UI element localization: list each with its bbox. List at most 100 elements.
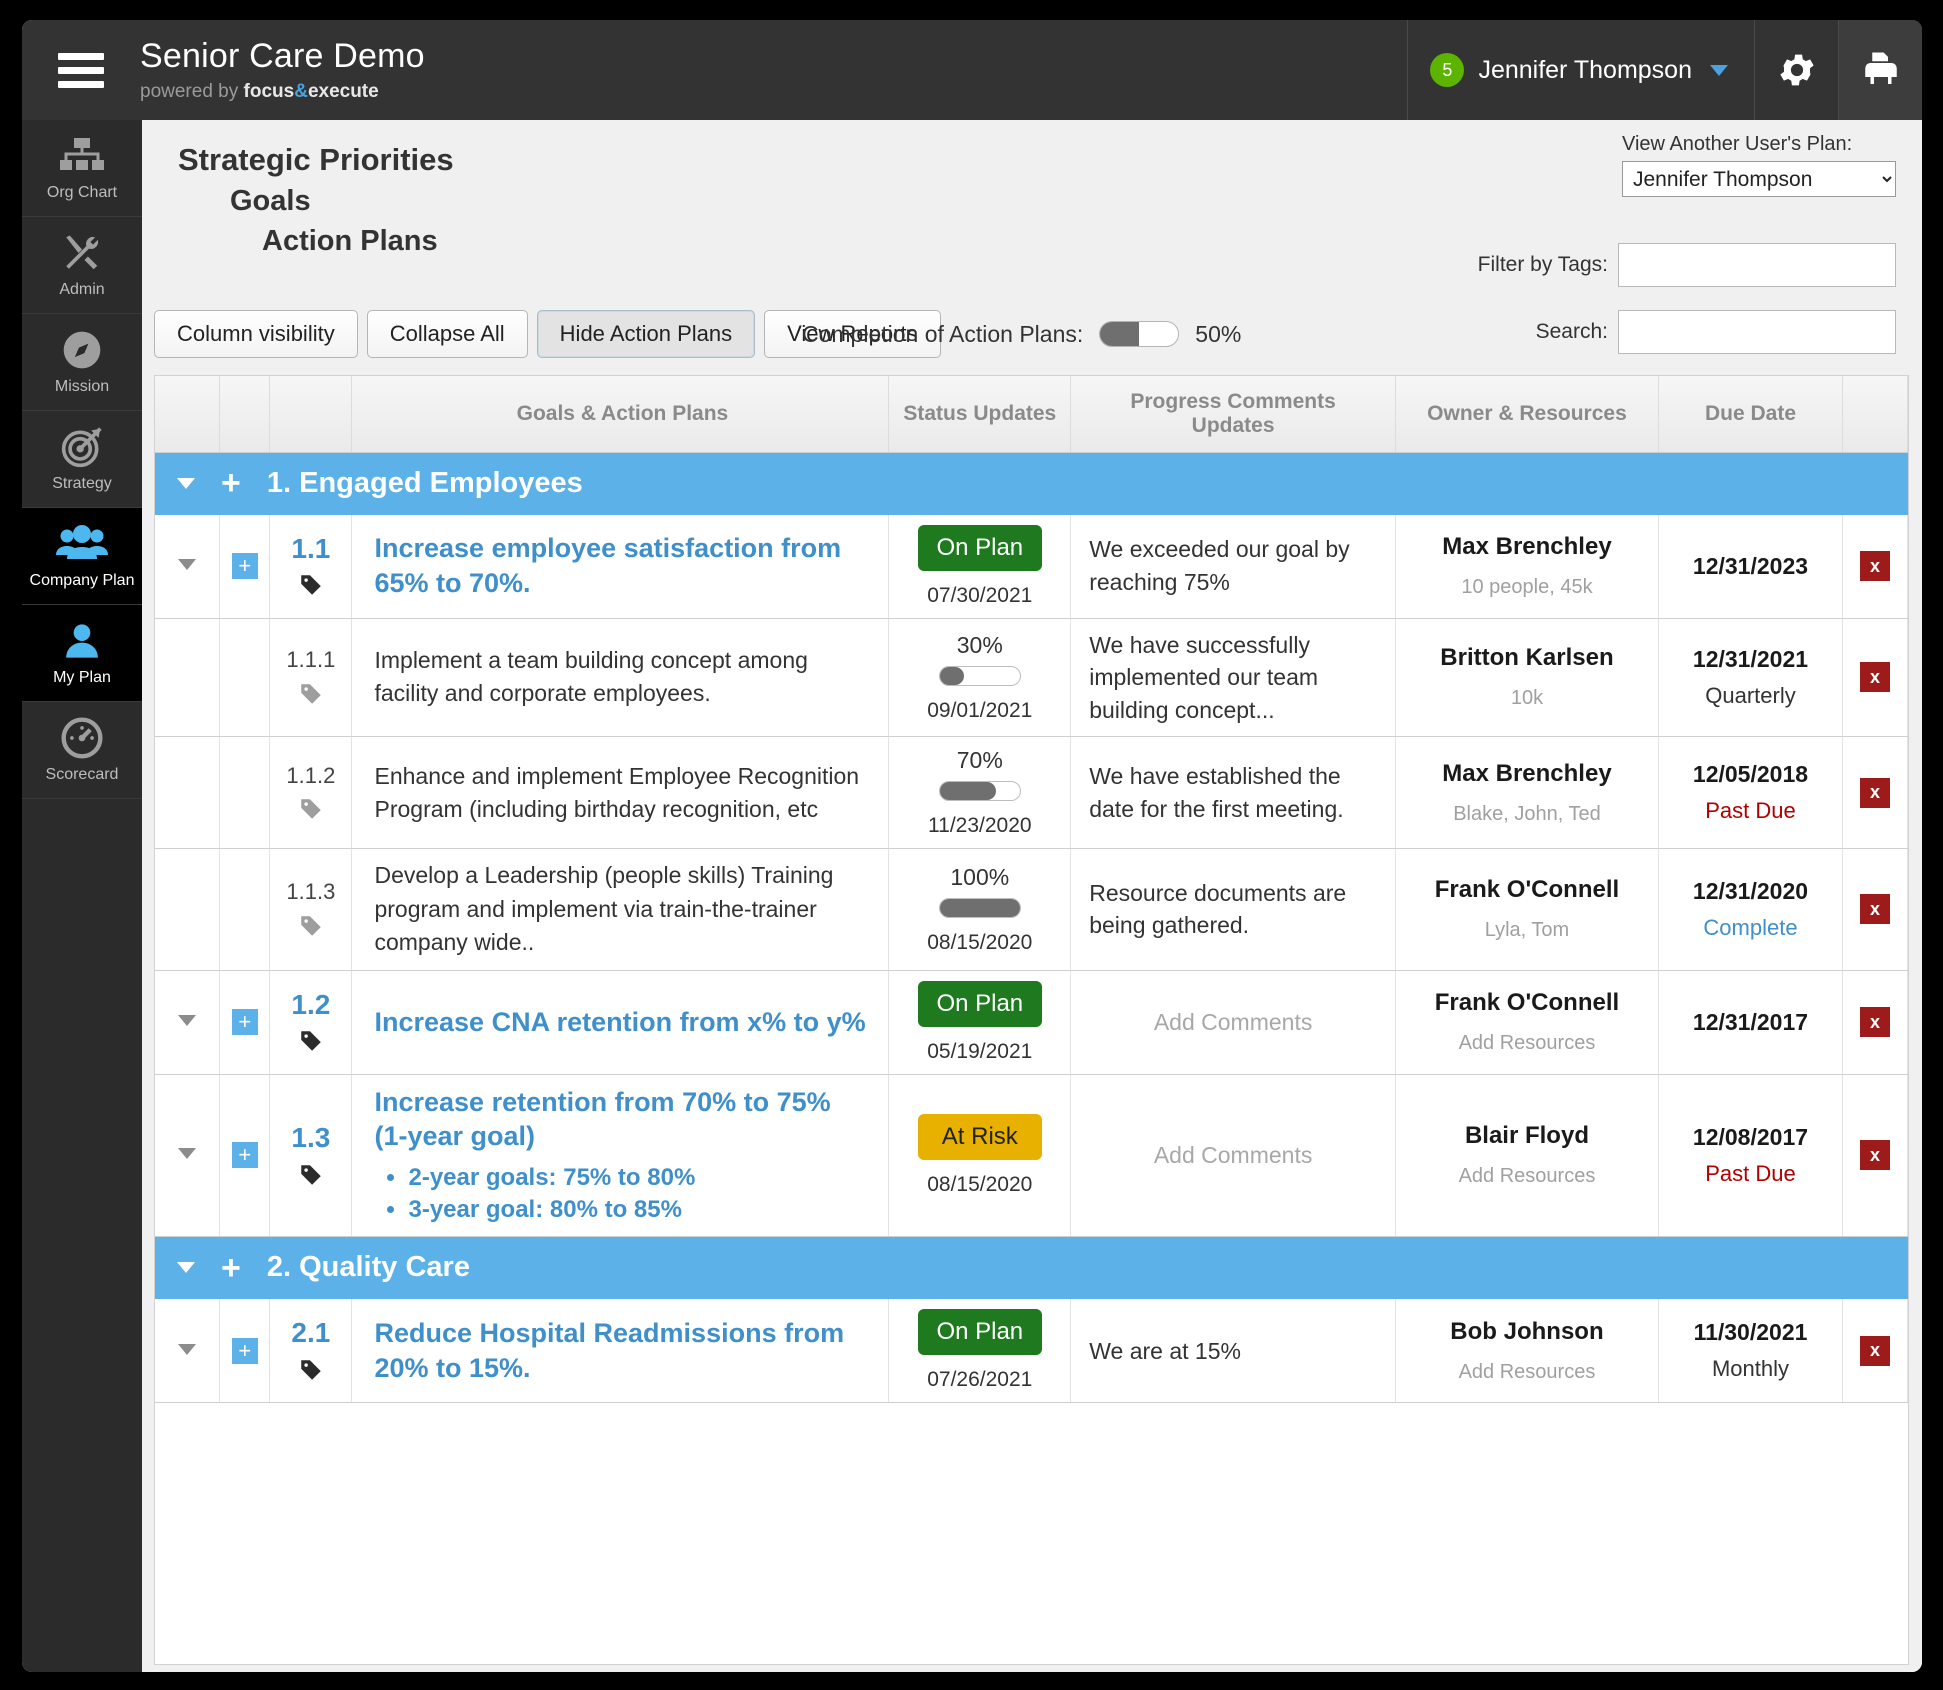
action-plan-text[interactable]: Develop a Leadership (people skills) Tra…	[374, 859, 870, 959]
delete-row-button[interactable]: x	[1860, 1140, 1890, 1171]
goal-title-link[interactable]: Increase employee satisfaction from 65% …	[374, 531, 870, 600]
owner-resources[interactable]: Blake, John, Ted	[1396, 803, 1658, 826]
goal-title-link[interactable]: Increase retention from 70% to 75% (1-ye…	[374, 1085, 870, 1154]
sidebar-item-org-chart[interactable]: Org Chart	[22, 120, 142, 217]
header-goals[interactable]: Goals & Action Plans	[351, 376, 890, 453]
delete-row-button[interactable]: x	[1860, 1335, 1890, 1366]
sidebar-item-strategy[interactable]: Strategy	[22, 411, 142, 508]
collapse-all-button[interactable]: Collapse All	[366, 310, 528, 358]
progress-comment[interactable]: We are at 15%	[1089, 1335, 1377, 1368]
progress-slider[interactable]	[938, 781, 1021, 802]
owner-resources[interactable]: Add Resources	[1396, 1032, 1658, 1055]
header-due-date[interactable]: Due Date	[1658, 376, 1844, 453]
tag-icon[interactable]	[298, 913, 324, 939]
chevron-down-icon[interactable]	[1710, 64, 1728, 76]
tag-icon[interactable]	[298, 1028, 324, 1054]
tag-icon[interactable]	[298, 572, 324, 598]
sidebar-item-mission[interactable]: Mission	[22, 314, 142, 411]
view-user-select[interactable]: Jennifer Thompson	[1622, 161, 1896, 197]
search-input[interactable]	[1618, 310, 1896, 354]
column-visibility-button[interactable]: Column visibility	[154, 310, 358, 358]
progress-comment[interactable]: We have successfully implemented our tea…	[1089, 629, 1377, 727]
row-comment-cell[interactable]: Add Comments	[1070, 970, 1396, 1075]
sidebar-item-admin[interactable]: Admin	[22, 217, 142, 314]
owner-name[interactable]: Max Brenchley	[1396, 760, 1658, 788]
due-date[interactable]: 11/30/2021	[1659, 1319, 1842, 1346]
action-plan-text[interactable]: Enhance and implement Employee Recogniti…	[374, 760, 870, 827]
progress-comment[interactable]: Resource documents are being gathered.	[1089, 877, 1377, 942]
sidebar-item-my-plan[interactable]: My Plan	[22, 605, 142, 702]
due-date[interactable]: 12/08/2017	[1659, 1124, 1842, 1151]
row-collapse-caret-icon[interactable]	[178, 1148, 197, 1160]
delete-row-button[interactable]: x	[1860, 894, 1890, 925]
owner-resources[interactable]: Add Resources	[1396, 1361, 1658, 1384]
owner-name[interactable]: Frank O'Connell	[1396, 989, 1658, 1017]
goal-title-link[interactable]: Increase CNA retention from x% to y%	[374, 1005, 870, 1040]
add-comments-placeholder[interactable]: Add Comments	[1089, 1006, 1377, 1039]
group-header-row[interactable]: +2. Quality Care	[155, 1236, 1908, 1300]
owner-name[interactable]: Blair Floyd	[1396, 1122, 1658, 1150]
progress-slider[interactable]	[938, 665, 1021, 686]
row-comment-cell[interactable]: We have successfully implemented our tea…	[1070, 618, 1396, 738]
tag-icon[interactable]	[298, 681, 324, 707]
header-status[interactable]: Status Updates	[888, 376, 1072, 453]
filter-tags-input[interactable]	[1618, 243, 1896, 287]
sidebar-item-scorecard[interactable]: Scorecard	[22, 702, 142, 799]
owner-resources[interactable]: 10 people, 45k	[1396, 576, 1658, 599]
sidebar-item-company-plan[interactable]: Company Plan	[22, 508, 142, 605]
status-badge[interactable]: On Plan	[917, 1309, 1042, 1356]
print-button[interactable]	[1838, 20, 1922, 120]
group-collapse-caret-icon[interactable]	[177, 477, 195, 489]
row-add-icon[interactable]: +	[231, 553, 258, 579]
delete-row-button[interactable]: x	[1860, 1007, 1890, 1037]
progress-slider[interactable]	[938, 897, 1021, 918]
status-badge[interactable]: On Plan	[917, 524, 1042, 571]
group-add-icon[interactable]: +	[221, 466, 241, 500]
hide-action-plans-button[interactable]: Hide Action Plans	[536, 310, 756, 358]
row-add-icon[interactable]: +	[231, 1142, 258, 1169]
notification-badge[interactable]: 5	[1430, 53, 1465, 87]
delete-row-button[interactable]: x	[1860, 777, 1890, 808]
status-badge[interactable]: At Risk	[917, 1113, 1042, 1160]
header-progress-comments[interactable]: Progress Comments Updates	[1070, 376, 1396, 453]
due-date[interactable]: 12/05/2018	[1659, 761, 1842, 788]
row-collapse-caret-icon[interactable]	[178, 1343, 197, 1355]
due-date[interactable]: 12/31/2017	[1659, 1009, 1842, 1036]
delete-row-button[interactable]: x	[1860, 662, 1890, 693]
status-badge[interactable]: On Plan	[917, 980, 1042, 1027]
tag-icon[interactable]	[298, 796, 324, 822]
completion-slider[interactable]	[1099, 321, 1180, 347]
group-add-icon[interactable]: +	[221, 1251, 241, 1285]
owner-name[interactable]: Bob Johnson	[1396, 1318, 1658, 1346]
group-collapse-caret-icon[interactable]	[177, 1262, 195, 1274]
group-header-row[interactable]: +1. Engaged Employees	[155, 452, 1908, 515]
owner-name[interactable]: Frank O'Connell	[1396, 876, 1658, 904]
progress-comment[interactable]: We have established the date for the fir…	[1089, 760, 1377, 825]
owner-resources[interactable]: Lyla, Tom	[1396, 919, 1658, 942]
owner-resources[interactable]: 10k	[1396, 687, 1658, 710]
row-comment-cell[interactable]: We are at 15%	[1070, 1298, 1396, 1404]
due-date[interactable]: 12/31/2020	[1659, 878, 1842, 905]
owner-name[interactable]: Max Brenchley	[1396, 533, 1658, 561]
row-collapse-caret-icon[interactable]	[178, 1015, 197, 1026]
row-add-icon[interactable]: +	[231, 1009, 258, 1035]
due-date[interactable]: 12/31/2023	[1659, 553, 1842, 580]
owner-resources[interactable]: Add Resources	[1396, 1165, 1658, 1188]
row-add-icon[interactable]: +	[231, 1337, 258, 1364]
hamburger-menu-icon[interactable]	[58, 52, 104, 88]
tag-icon[interactable]	[298, 1162, 324, 1188]
due-date[interactable]: 12/31/2021	[1659, 646, 1842, 673]
row-comment-cell[interactable]: We exceeded our goal by reaching 75%	[1070, 514, 1396, 619]
row-comment-cell[interactable]: We have established the date for the fir…	[1070, 736, 1396, 850]
progress-comment[interactable]: We exceeded our goal by reaching 75%	[1089, 533, 1377, 598]
row-comment-cell[interactable]: Add Comments	[1070, 1074, 1396, 1238]
row-collapse-caret-icon[interactable]	[178, 559, 197, 570]
owner-name[interactable]: Britton Karlsen	[1396, 644, 1658, 672]
tag-icon[interactable]	[298, 1357, 324, 1383]
add-comments-placeholder[interactable]: Add Comments	[1089, 1139, 1377, 1172]
header-owner[interactable]: Owner & Resources	[1395, 376, 1659, 453]
action-plan-text[interactable]: Implement a team building concept among …	[374, 644, 870, 711]
goal-title-link[interactable]: Reduce Hospital Readmissions from 20% to…	[374, 1316, 870, 1385]
delete-row-button[interactable]: x	[1860, 551, 1890, 581]
settings-button[interactable]	[1754, 20, 1838, 120]
